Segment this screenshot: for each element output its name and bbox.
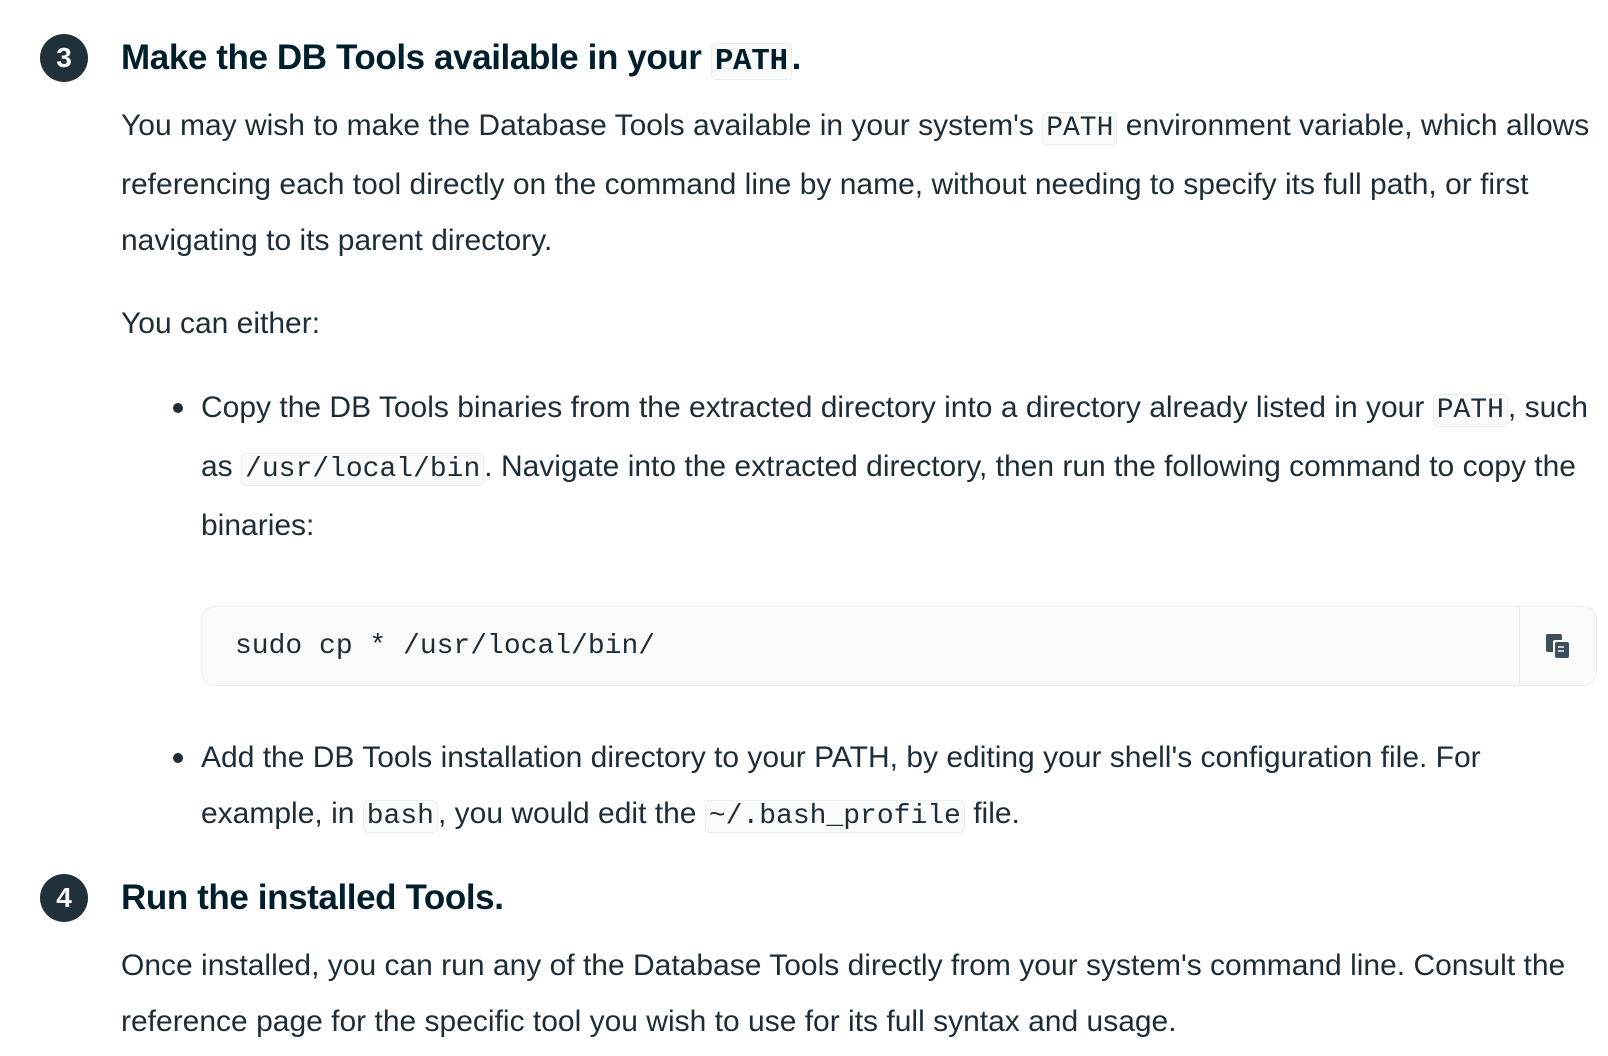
step-title-text: .: [791, 38, 802, 77]
step-number-badge: 4: [40, 874, 88, 922]
step-title: Make the DB Tools available in your PATH…: [121, 34, 801, 86]
step-number-badge: 3: [40, 34, 88, 82]
paragraph-text: , you would edit the: [437, 797, 705, 830]
step-title-text: Make the DB Tools available in your: [121, 38, 711, 77]
inline-code: bash: [362, 800, 438, 833]
inline-code: /usr/local/bin: [241, 453, 485, 486]
copy-button[interactable]: [1519, 607, 1596, 685]
bullet-icon: [173, 753, 183, 763]
paragraph-text: You may wish to make the Database Tools …: [121, 109, 1043, 142]
list-item: Add the DB Tools installation directory …: [173, 730, 1601, 845]
either-text: You can either:: [121, 307, 321, 340]
inline-code: ~/.bash_profile: [704, 800, 965, 833]
list-item: Copy the DB Tools binaries from the extr…: [173, 380, 1601, 554]
step-description: Once installed, you can run any of the D…: [121, 949, 1566, 1038]
paragraph-text: file.: [964, 797, 1020, 830]
paragraph-text: Copy the DB Tools binaries from the extr…: [201, 391, 1433, 424]
inline-code: PATH: [710, 43, 792, 80]
code-block: sudo cp * /usr/local/bin/: [201, 606, 1597, 686]
step-description: You may wish to make the Database Tools …: [121, 98, 1601, 269]
bullet-icon: [173, 403, 183, 413]
code-command[interactable]: sudo cp * /usr/local/bin/: [235, 607, 655, 687]
inline-code: PATH: [1432, 394, 1508, 427]
copy-icon: [1546, 634, 1569, 658]
step-title: Run the installed Tools.: [121, 878, 504, 917]
inline-code: PATH: [1042, 112, 1118, 145]
